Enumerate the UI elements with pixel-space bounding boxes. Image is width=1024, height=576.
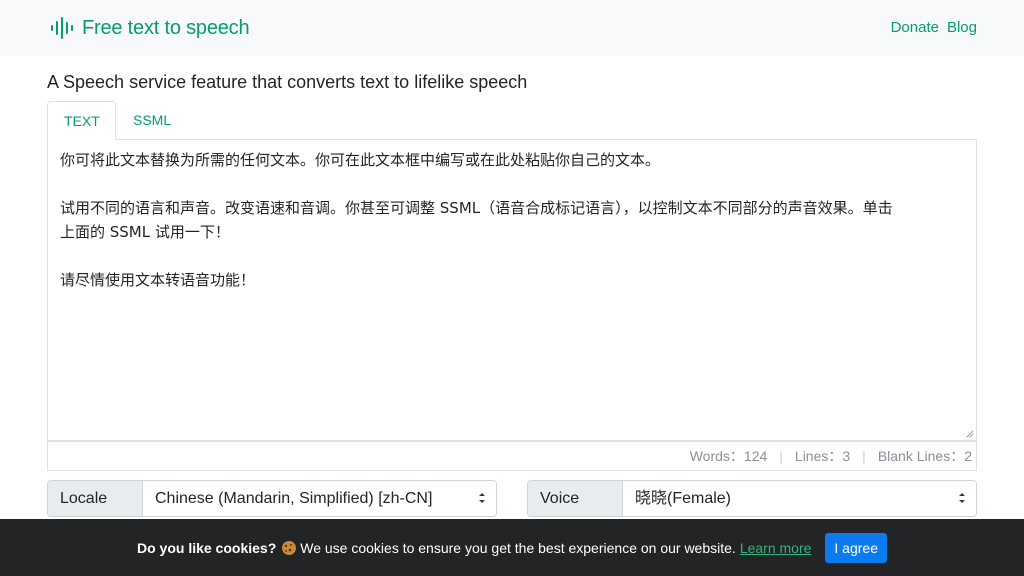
lines-count: 3 <box>842 448 851 464</box>
editor-line: 上面的 SSML 试用一下！ <box>60 223 230 241</box>
learn-more-link[interactable]: Learn more <box>740 540 812 556</box>
tab-text[interactable]: TEXT <box>47 101 116 141</box>
editor-line: 试用不同的语言和声音。改变语速和音调。你甚至可调整 SSML（语音合成标记语言）… <box>60 199 893 217</box>
editor-line <box>60 244 964 268</box>
stat-divider: | <box>779 448 783 464</box>
cookie-question: Do you like cookies? <box>136 539 277 556</box>
voice-value: 晓晓(Female) <box>635 490 732 507</box>
cookie-consent-bar: Do you like cookies? We use cookies to e… <box>0 519 1024 576</box>
stat-divider: | <box>862 448 866 464</box>
resize-handle-icon[interactable] <box>966 430 974 438</box>
cookie-icon <box>282 540 297 555</box>
blank-lines-count: 2 <box>964 448 972 464</box>
locale-group: Locale Chinese (Mandarin, Simplified) [z… <box>47 480 497 517</box>
locale-value: Chinese (Mandarin, Simplified) [zh-CN] <box>155 490 433 507</box>
voice-select[interactable]: 晓晓(Female) <box>623 481 976 516</box>
navbar: Free text to speech Donate Blog <box>0 0 1024 56</box>
brand-link[interactable]: Free text to speech <box>50 16 250 40</box>
tab-ssml[interactable]: SSML <box>117 101 187 140</box>
blog-link[interactable]: Blog <box>947 19 977 36</box>
locale-select[interactable]: Chinese (Mandarin, Simplified) [zh-CN] <box>143 481 496 516</box>
words-count: 124 <box>743 448 768 464</box>
blank-lines-label: Blank Lines： <box>877 448 965 464</box>
editor-line: 你可将此文本替换为所需的任何文本。你可在此文本框中编写或在此处粘贴你自己的文本。 <box>60 151 661 169</box>
voice-label: Voice <box>528 481 623 516</box>
editor-line: 请尽情使用文本转语音功能！ <box>60 271 256 289</box>
agree-button[interactable]: I agree <box>825 532 887 563</box>
select-arrows-icon <box>479 493 485 503</box>
text-stats: Words： 124 | Lines： 3 | Blank Lines： 2 <box>47 441 977 471</box>
voice-group: Voice 晓晓(Female) <box>527 480 977 517</box>
text-input-area[interactable]: 你可将此文本替换为所需的任何文本。你可在此文本框中编写或在此处粘贴你自己的文本。… <box>47 140 977 441</box>
words-label: Words： <box>689 448 744 464</box>
select-arrows-icon <box>959 493 965 503</box>
editor-line <box>60 172 964 196</box>
lines-label: Lines： <box>794 448 843 464</box>
input-tabs: TEXT SSML <box>47 101 977 141</box>
locale-label: Locale <box>48 481 143 516</box>
cookie-message: We use cookies to ensure you get the bes… <box>300 539 736 556</box>
brand-title: Free text to speech <box>82 16 250 39</box>
donate-link[interactable]: Donate <box>891 19 939 36</box>
page-title: A Speech service feature that converts t… <box>47 72 528 92</box>
nav-links: Donate Blog <box>891 19 977 36</box>
waveform-icon <box>51 17 73 39</box>
